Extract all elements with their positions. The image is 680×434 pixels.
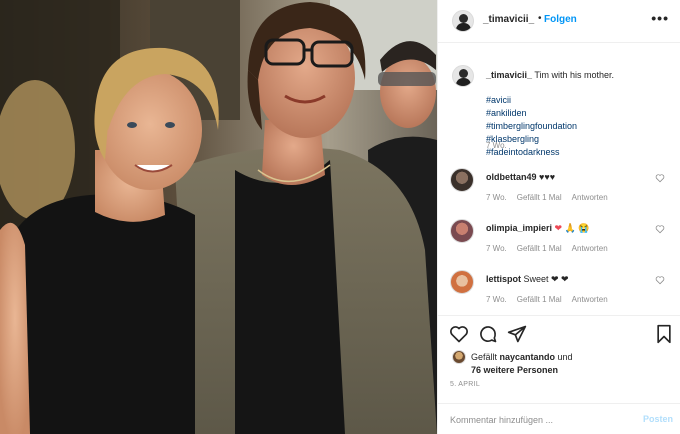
reply-button[interactable]: Antworten [572,244,608,253]
heart-icon[interactable] [449,324,469,344]
small-heart-icon[interactable] [655,173,665,183]
separator-dot: • [538,13,542,24]
caption-hashtags: #avicii #ankiliden #timberglingfoundatio… [486,94,666,159]
liker-avatar[interactable] [452,350,466,364]
caption-body: Tim with his mother. [532,70,615,80]
post-photo[interactable] [0,0,437,434]
comment-meta: 7 Wo. Gefällt 1 Mal Antworten [486,295,618,304]
comments-section[interactable]: _timavicii_ Tim with his mother. #avicii… [438,43,680,315]
commenter-avatar[interactable] [450,219,474,243]
profile-avatar[interactable] [452,10,474,32]
comment-item: lettispot Sweet ❤ ❤ 7 Wo. Gefällt 1 Mal An… [438,270,680,316]
post-side-panel: _timavicii_ • Folgen ••• _timavicii_ Tim… [437,0,680,434]
small-heart-icon[interactable] [655,224,665,234]
likes-and: und [555,352,573,362]
more-options-icon[interactable]: ••• [651,10,669,26]
comment-body: ❤ 🙏 😭 [552,223,590,233]
reply-button[interactable]: Antworten [572,295,608,304]
comment-username[interactable]: oldbettan49 [486,172,537,182]
comment-icon[interactable] [478,324,498,344]
caption-username[interactable]: _timavicii_ [486,70,532,80]
hashtag-link[interactable]: #klasbergling [486,133,666,146]
comment-text: olimpia_impieri ❤ 🙏 😭 [486,223,590,234]
bookmark-icon[interactable] [654,324,674,344]
caption-avatar[interactable] [452,65,474,87]
photo-boy-and-mother-image [0,0,437,434]
follow-button[interactable]: Folgen [544,14,577,25]
likes-prefix: Gefällt [471,352,500,362]
comment-item: oldbettan49 ♥♥♥ 7 Wo. Gefällt 1 Mal Antwor… [438,168,680,214]
comment-likes-count[interactable]: Gefällt 1 Mal [517,295,562,304]
comment-age: 7 Wo. [486,295,507,304]
post-header: _timavicii_ • Folgen ••• [438,0,680,43]
comment-meta: 7 Wo. Gefällt 1 Mal Antworten [486,193,618,202]
small-heart-icon[interactable] [655,275,665,285]
hashtag-link[interactable]: #timberglingfoundation [486,120,666,133]
comment-meta: 7 Wo. Gefällt 1 Mal Antworten [486,244,618,253]
comment-likes-count[interactable]: Gefällt 1 Mal [517,244,562,253]
comment-username[interactable]: olimpia_impieri [486,223,552,233]
commenter-avatar[interactable] [450,270,474,294]
post-actions: Gefällt naycantando und 76 weitere Perso… [438,315,680,403]
caption-text: _timavicii_ Tim with his mother. [486,69,666,82]
comment-age: 7 Wo. [486,193,507,202]
comment-username[interactable]: lettispot [486,274,521,284]
comment-text: oldbettan49 ♥♥♥ [486,172,555,182]
likes-others-link[interactable]: 76 weitere Personen [471,365,558,375]
header-username[interactable]: _timavicii_ [483,14,534,25]
post-date[interactable]: 5. APRIL [450,381,480,388]
comment-body: Sweet ❤ ❤ [521,274,569,284]
liker-username[interactable]: naycantando [500,352,556,362]
add-comment-bar: Posten [438,403,680,434]
comment-likes-count[interactable]: Gefällt 1 Mal [517,193,562,202]
hashtag-link[interactable]: #avicii [486,94,666,107]
comment-text: lettispot Sweet ❤ ❤ [486,274,569,285]
post-comment-button[interactable]: Posten [643,414,673,424]
paper-plane-icon[interactable] [507,324,527,344]
hashtag-link[interactable]: #ankiliden [486,107,666,120]
comment-age: 7 Wo. [486,244,507,253]
comment-input[interactable] [450,410,630,430]
comment-item: olimpia_impieri ❤ 🙏 😭 7 Wo. Gefällt 1 Mal… [438,219,680,265]
commenter-avatar[interactable] [450,168,474,192]
reply-button[interactable]: Antworten [572,193,608,202]
comment-body: ♥♥♥ [536,172,556,182]
caption-age[interactable]: 7 Wo. [486,141,507,150]
hashtag-link[interactable]: #fadeintodarkness [486,146,666,159]
likes-text: Gefällt naycantando und 76 weitere Perso… [471,351,671,377]
